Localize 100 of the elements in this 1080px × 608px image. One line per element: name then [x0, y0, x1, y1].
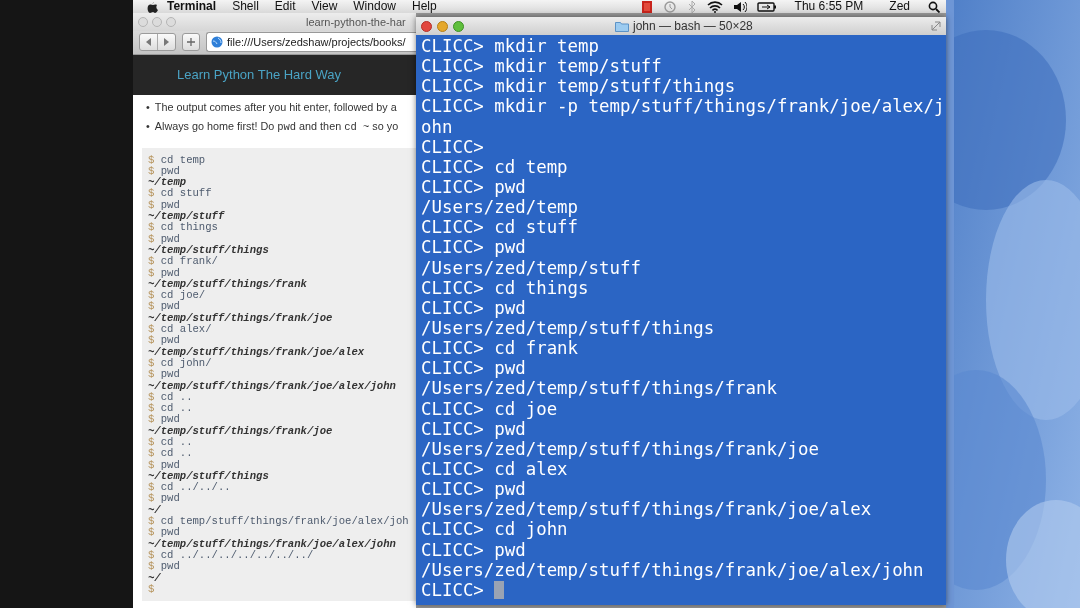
- code-output: ~/temp/stuff/things: [148, 469, 269, 482]
- terminal-line: CLICC> pwd: [421, 418, 526, 439]
- prompt-sign: $: [148, 266, 155, 279]
- terminal-line: CLICC> pwd: [421, 237, 526, 258]
- prompt-sign: $: [148, 413, 155, 426]
- close-button[interactable]: [421, 20, 432, 32]
- prompt-sign: $: [148, 300, 155, 313]
- prompt-sign: $: [148, 481, 155, 494]
- terminal-line: /Users/zed/temp/stuff/things/frank/joe/alex/john: [421, 559, 924, 580]
- code-command: cd temp: [160, 153, 206, 166]
- terminal-line: CLICC> cd stuff: [421, 217, 579, 238]
- code-command: cd ..: [160, 402, 193, 415]
- user-name[interactable]: Zed: [881, 0, 918, 13]
- terminal-line: CLICC> mkdir temp: [421, 36, 599, 57]
- terminal-line: ohn: [421, 116, 453, 137]
- address-field[interactable]: file:///Users/zedshaw/projects/books/: [206, 32, 416, 53]
- prompt-sign: $: [148, 323, 155, 335]
- prompt-sign: $: [148, 526, 155, 539]
- terminal-line: CLICC> cd john: [421, 519, 568, 540]
- search-icon[interactable]: [928, 0, 940, 13]
- menu-item[interactable]: Shell: [224, 0, 267, 13]
- terminal-line: CLICC> cd joe: [421, 398, 558, 419]
- prompt-sign: $: [148, 334, 155, 347]
- code-command: cd alex/: [160, 323, 212, 335]
- prompt-sign: $: [148, 187, 155, 200]
- prompt-sign: $: [148, 198, 155, 211]
- terminal-line: /Users/zed/temp/stuff/things/frank/joe: [421, 438, 819, 459]
- terminal-line: /Users/zed/temp/stuff: [421, 257, 641, 278]
- code-command: cd ..: [160, 436, 193, 448]
- prompt-sign: $: [148, 164, 155, 177]
- menu-item[interactable]: Help: [404, 0, 445, 13]
- volume-icon[interactable]: [732, 0, 747, 13]
- forward-arrow-icon: [163, 37, 170, 48]
- terminal-line: CLICC> pwd: [421, 177, 526, 198]
- terminal-line: CLICC> cd things: [421, 277, 589, 298]
- clock-icon[interactable]: [662, 0, 677, 13]
- folder-icon: [615, 20, 629, 32]
- back-arrow-icon: [145, 37, 152, 48]
- prompt-sign: $: [148, 492, 155, 505]
- code-command: cd ../../..: [160, 481, 231, 494]
- terminal-line: CLICC> pwd: [421, 297, 526, 318]
- code-command: pwd: [160, 232, 180, 245]
- code-command: cd ..: [160, 447, 193, 460]
- terminal-line: CLICC> mkdir temp/stuff/things: [421, 76, 736, 97]
- code-command: pwd: [160, 560, 180, 573]
- terminal-line: CLICC> cd alex: [421, 458, 568, 480]
- prompt-sign: $: [148, 447, 155, 460]
- bullet-marker: •: [146, 100, 150, 114]
- menu-item[interactable]: Window: [345, 0, 404, 13]
- menu-item[interactable]: Terminal: [158, 0, 225, 13]
- code-output: ~/: [148, 503, 161, 516]
- prompt-sign: $: [148, 436, 155, 448]
- terminal-line: /Users/zed/temp/stuff/things/frank: [421, 378, 777, 399]
- prompt-sign: $: [148, 255, 155, 268]
- terminal-line: /Users/zed/temp: [421, 197, 579, 218]
- prompt-sign: $: [148, 402, 155, 415]
- code-command: cd temp/stuff/things/frank/joe/alex/joh: [160, 515, 409, 528]
- menu-clock[interactable]: Thu 6:55 PM: [786, 0, 872, 13]
- bullet-text: The output comes after you hit enter, followed by a: [154, 100, 397, 114]
- battery-icon[interactable]: [756, 0, 777, 13]
- status-menu-icon[interactable]: [640, 0, 653, 13]
- terminal-line: CLICC> pwd: [421, 539, 526, 560]
- wifi-icon[interactable]: [706, 0, 723, 13]
- terminal-line: /Users/zed/temp/stuff/things: [421, 317, 715, 339]
- code-command: pwd: [160, 266, 180, 279]
- code-output: ~/temp/stuff/things/frank: [148, 277, 307, 290]
- prompt-sign: $: [148, 515, 155, 528]
- code-command: pwd: [160, 164, 180, 177]
- code-command: cd joe/: [160, 289, 206, 302]
- prompt-sign: $: [148, 548, 155, 561]
- resize-icon[interactable]: [931, 21, 941, 31]
- code-command: pwd: [160, 492, 180, 505]
- menu-item[interactable]: View: [303, 0, 346, 13]
- code-output: ~/temp/stuff/things/frank/joe/alex/john: [148, 379, 396, 392]
- window-title: john — bash — 50×28: [633, 19, 753, 33]
- bullet-text: Always go home first! Do pwd and then cd ~ so yo: [154, 119, 399, 134]
- menu-item[interactable]: Edit: [266, 0, 304, 13]
- bullet-marker: •: [146, 119, 150, 134]
- code-output: ~/temp/stuff/things: [148, 243, 269, 256]
- code-command: pwd: [160, 413, 180, 426]
- terminal-line: CLICC> cd frank: [421, 338, 579, 359]
- prompt-sign: $: [148, 221, 155, 234]
- code-command: cd frank/: [160, 255, 218, 268]
- code-command: pwd: [160, 198, 180, 211]
- plus-icon: [187, 38, 195, 47]
- minimize-button[interactable]: [437, 20, 448, 32]
- globe-icon: [211, 36, 223, 49]
- terminal-line: CLICC> pwd: [421, 358, 526, 379]
- add-bookmark-button[interactable]: [182, 33, 200, 52]
- prompt-sign: $: [148, 390, 155, 403]
- code-output: ~/: [148, 571, 161, 584]
- terminal-line: /Users/zed/temp/stuff/things/frank/joe/alex: [421, 499, 872, 520]
- code-command: cd things: [160, 221, 218, 234]
- code-output: ~/temp/stuff/things/frank/joe/alex: [148, 345, 365, 358]
- code-command: pwd: [160, 368, 180, 381]
- code-output: ~/temp: [148, 176, 187, 189]
- terminal-line: CLICC> cd temp: [421, 156, 568, 177]
- zoom-button[interactable]: [453, 20, 464, 32]
- terminal-line: CLICC> mkdir -p temp/stuff/things/frank/joe/alex/j: [421, 96, 945, 117]
- code-command: cd ../../../../../../../: [160, 548, 314, 561]
